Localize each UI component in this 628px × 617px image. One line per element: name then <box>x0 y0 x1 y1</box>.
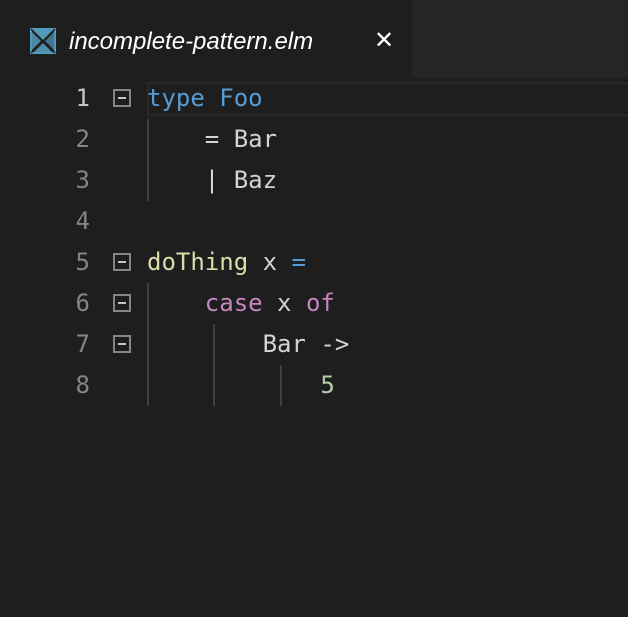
close-icon[interactable]: ✕ <box>370 26 398 54</box>
code-text: Bar -> <box>147 330 350 358</box>
tab-bar: incomplete-pattern.elm ✕ <box>0 0 628 78</box>
code-line: 7 Bar -> <box>0 324 628 365</box>
code-text: doThing x = <box>147 248 306 276</box>
code-line: 4 <box>0 201 628 242</box>
code-line: 5 doThing x = <box>0 242 628 283</box>
code-line: 8 5 <box>0 365 628 406</box>
line-number: 1 <box>75 84 90 112</box>
fold-icon[interactable] <box>113 253 131 271</box>
line-number: 8 <box>75 371 90 399</box>
tab-incomplete-pattern[interactable]: incomplete-pattern.elm ✕ <box>0 0 412 78</box>
code-text: type Foo <box>147 84 263 112</box>
code-text: 5 <box>320 371 335 399</box>
code-line: 3 | Baz <box>0 160 628 201</box>
line-number: 4 <box>75 207 90 235</box>
elm-file-icon <box>30 28 56 54</box>
line-number: 5 <box>75 248 90 276</box>
code-text: = Bar <box>147 125 278 153</box>
fold-icon[interactable] <box>113 335 131 353</box>
tab-title: incomplete-pattern.elm <box>69 28 314 55</box>
line-number: 7 <box>75 330 90 358</box>
line-number: 6 <box>75 289 90 317</box>
fold-icon[interactable] <box>113 294 131 312</box>
line-number: 3 <box>75 166 90 194</box>
line-number: 2 <box>75 125 90 153</box>
code-line: 2 = Bar <box>0 119 628 160</box>
code-text: | Baz <box>147 166 278 194</box>
code-text: case x of <box>204 289 335 317</box>
fold-icon[interactable] <box>113 89 131 107</box>
code-line: 6 case x of <box>0 283 628 324</box>
code-line: 1 type Foo <box>0 78 628 119</box>
code-editor[interactable]: 1 type Foo 2 = Bar 3 | Baz 4 5 doThing x… <box>0 78 628 617</box>
editor-window: incomplete-pattern.elm ✕ 1 type Foo 2 = … <box>0 0 628 617</box>
